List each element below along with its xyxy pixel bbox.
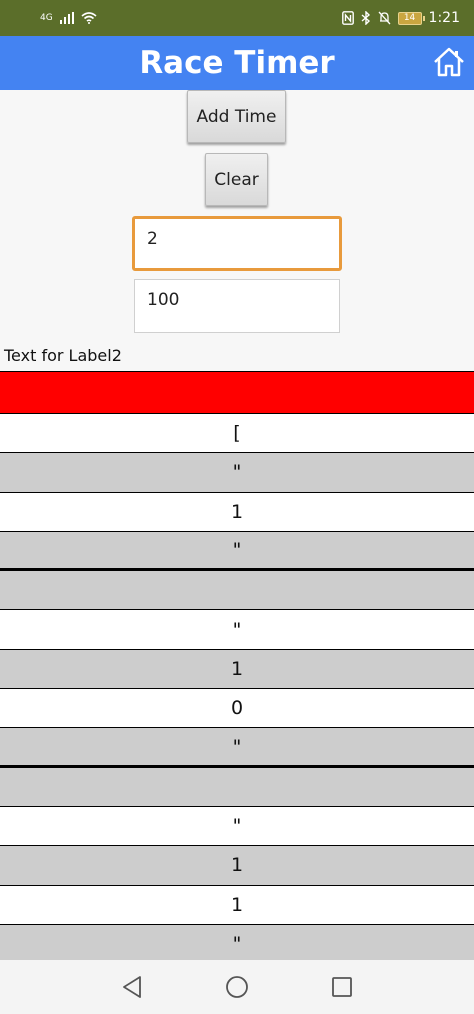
list-item[interactable]: " bbox=[0, 453, 474, 493]
home-icon[interactable] bbox=[432, 45, 466, 79]
list-item[interactable]: " bbox=[0, 924, 474, 965]
status-bar: 4G 14 1:21 bbox=[0, 0, 474, 36]
list-header-row bbox=[0, 371, 474, 414]
recents-icon[interactable] bbox=[329, 974, 355, 1000]
clear-button[interactable]: Clear bbox=[205, 153, 268, 206]
list-item[interactable]: " bbox=[0, 728, 474, 768]
label2: Text for Label2 bbox=[4, 346, 122, 365]
battery-icon: 14 bbox=[397, 11, 425, 25]
mute-icon bbox=[378, 11, 391, 25]
status-left: 4G bbox=[40, 12, 97, 24]
time-list: [ " 1 " " 1 0 " " 1 1 " bbox=[0, 371, 474, 965]
list-item[interactable]: 1 bbox=[0, 885, 474, 925]
second-value-field[interactable]: 100 bbox=[134, 279, 340, 333]
page-title: Race Timer bbox=[139, 45, 335, 81]
signal-icon bbox=[59, 12, 74, 24]
bluetooth-icon bbox=[361, 11, 371, 25]
back-icon[interactable] bbox=[119, 974, 145, 1000]
list-item[interactable] bbox=[0, 767, 474, 807]
list-item[interactable]: 1 bbox=[0, 846, 474, 886]
wifi-icon bbox=[81, 12, 97, 24]
list-item[interactable]: 0 bbox=[0, 689, 474, 729]
list-item[interactable]: 1 bbox=[0, 649, 474, 690]
title-bar: Race Timer bbox=[0, 36, 474, 90]
list-item[interactable] bbox=[0, 571, 474, 611]
home-circle-icon[interactable] bbox=[224, 974, 250, 1000]
nfc-icon bbox=[341, 11, 354, 25]
network-type: 4G bbox=[40, 12, 53, 23]
list-item[interactable]: [ bbox=[0, 414, 474, 454]
status-right: 14 1:21 bbox=[341, 10, 460, 26]
add-time-button[interactable]: Add Time bbox=[187, 90, 286, 143]
list-item[interactable]: " bbox=[0, 531, 474, 572]
clock: 1:21 bbox=[428, 10, 460, 26]
navigation-bar bbox=[0, 960, 474, 1014]
first-value-field[interactable]: 2 bbox=[132, 216, 342, 271]
list-item[interactable]: 1 bbox=[0, 492, 474, 532]
list-item[interactable]: " bbox=[0, 806, 474, 847]
list-item[interactable]: " bbox=[0, 610, 474, 650]
